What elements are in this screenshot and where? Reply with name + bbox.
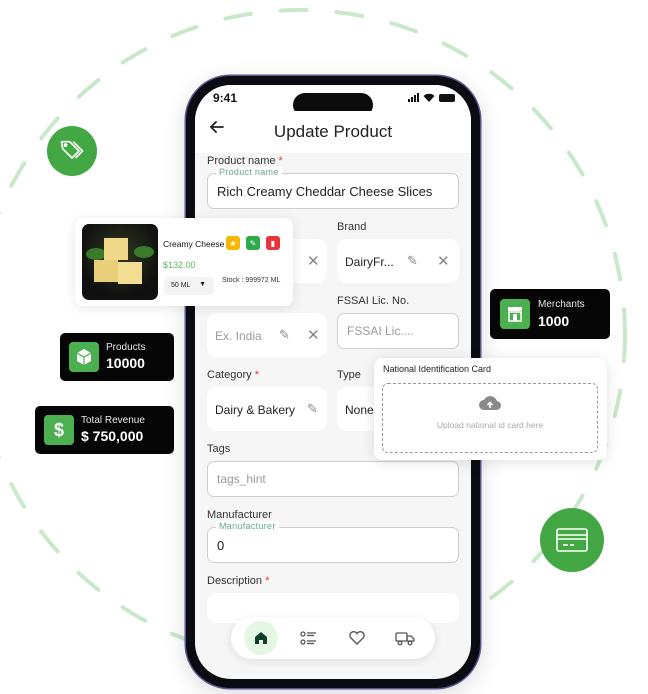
category-field[interactable]: Dairy & Bakery ✎ [207,387,327,431]
tags-input[interactable]: tags_hint [207,461,459,497]
box-icon-tile [69,342,99,372]
list-icon [300,631,316,645]
home-icon [255,632,267,644]
favorite-button[interactable]: ★ [226,236,240,250]
credit-card-badge [540,508,604,572]
id-card-title: National Identification Card [383,364,492,374]
cheese-image [86,238,154,284]
clear-icon[interactable]: ✕ [307,252,320,270]
pencil-icon[interactable]: ✎ [307,401,318,417]
page-title: Update Product [273,122,393,141]
status-icons [408,93,455,102]
description-label: Description * [207,575,270,587]
product-price: $132.00 [163,260,196,270]
nav-home[interactable] [244,621,278,655]
heart-icon [349,631,365,645]
manufacturer-label: Manufacturer [207,509,272,521]
revenue-stat-card: $ Total Revenue $ 750,000 [35,406,174,454]
truck-icon [395,632,415,646]
product-card-name: Creamy Cheese [163,239,225,249]
pencil-icon[interactable]: ✎ [407,253,418,269]
category-label: Category * [207,369,259,381]
tags-label: Tags [207,443,231,455]
id-upload-dropzone[interactable]: Upload national id card here [382,383,598,453]
dollar-icon-tile: $ [44,415,74,445]
edit-button[interactable]: ✎ [246,236,260,250]
manufacturer-input[interactable]: Manufacturer 0 [207,521,459,563]
nav-list[interactable] [292,621,326,655]
delete-button[interactable]: ▮ [266,236,280,250]
made-in-field[interactable]: Ex. India ✎ ✕ [207,313,327,357]
size-dropdown[interactable]: 50 ML ▼ [164,277,214,295]
wifi-icon [423,93,435,102]
signal-icon [408,93,419,102]
status-time: 9:41 [213,91,238,105]
merchants-stat-card: Merchants 1000 [490,289,610,339]
clear-icon[interactable]: ✕ [437,252,450,270]
fssai-input[interactable]: FSSAI Lic.... [337,313,459,349]
product-name-input[interactable]: Product name Rich Creamy Cheddar Cheese … [207,167,459,209]
box-icon [76,349,92,365]
nav-delivery[interactable] [388,621,422,655]
stock-text: Stock : 999972 ML [222,277,281,284]
app-header: Update Product [195,111,471,153]
status-bar: 9:41 [195,85,471,117]
dollar-icon: $ [53,419,64,440]
type-label: Type [337,369,361,381]
credit-card-icon [556,528,588,552]
brand-label: Brand [337,221,367,233]
clear-icon[interactable]: ✕ [307,326,320,344]
brand-field[interactable]: DairyFr... ✎ ✕ [337,239,459,283]
store-icon [508,307,522,322]
battery-icon [439,93,455,102]
bottom-nav [231,617,435,659]
store-icon-tile [500,299,530,329]
caret-down-icon: ▼ [199,281,206,288]
product-card[interactable]: Creamy Cheese ★ ✎ ▮ $132.00 50 ML ▼ Stoc… [75,218,293,306]
product-name-label: Product name * [207,155,283,167]
tag-badge [47,126,97,176]
nav-favorites[interactable] [340,621,374,655]
national-id-card: National Identification Card Upload nati… [374,358,607,460]
cloud-upload-icon [383,395,597,416]
products-stat-card: Products 10000 [60,333,174,381]
product-image [82,224,158,300]
tag-icon [60,140,84,159]
pencil-icon[interactable]: ✎ [279,327,290,343]
fssai-label: FSSAI Lic. No. [337,295,410,307]
